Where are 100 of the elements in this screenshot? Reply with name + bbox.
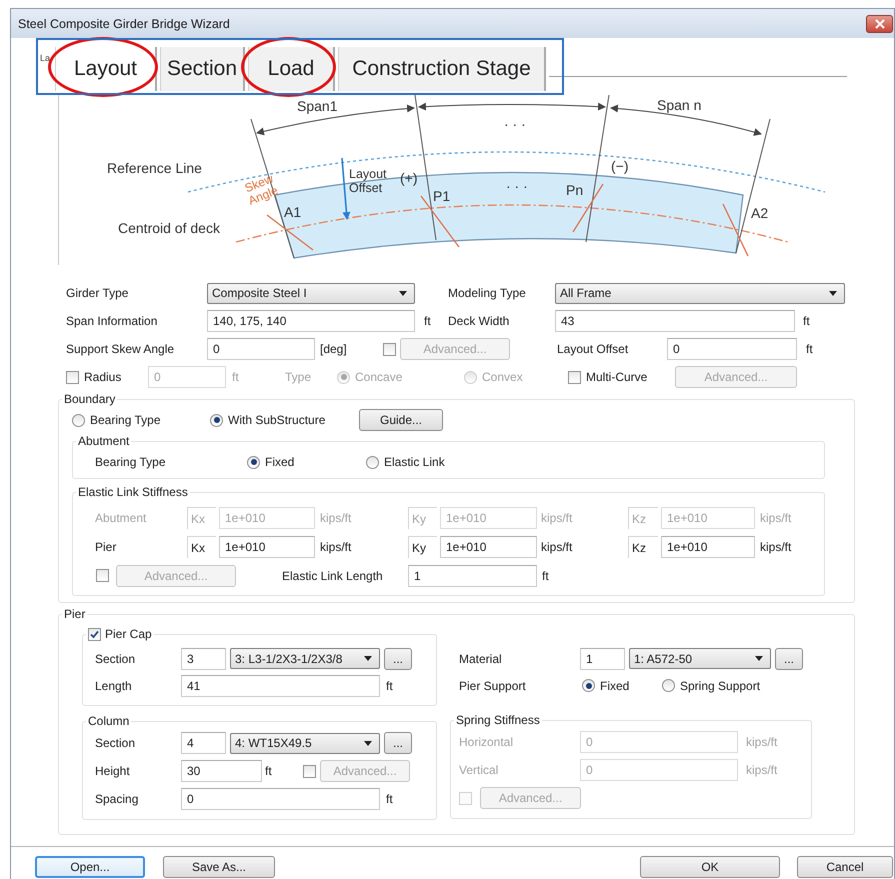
text-field[interactable]: 1	[408, 564, 537, 586]
field-label: Pier Support	[459, 678, 526, 692]
dialog-button[interactable]: Cancel	[797, 856, 893, 878]
field-label: Section	[95, 652, 136, 666]
diagram-label: (−)	[611, 159, 628, 174]
text-field[interactable]: 43	[555, 310, 795, 332]
offset-arrow	[341, 158, 350, 220]
text-field[interactable]: 1e+010	[219, 536, 315, 558]
dialog-button[interactable]: OK	[640, 856, 780, 878]
text-field[interactable]: 0	[181, 788, 380, 810]
text-field[interactable]: 30	[181, 760, 262, 782]
checkbox[interactable]	[383, 342, 396, 356]
tab[interactable]: Load	[248, 47, 335, 91]
text-field[interactable]: 0	[207, 338, 315, 360]
diagram-label: Reference Line	[107, 161, 202, 176]
field-label: kips/ft	[320, 540, 352, 554]
field-label: Section	[95, 736, 136, 750]
axis-field: Ky	[408, 536, 437, 558]
field-label: ft	[803, 314, 810, 328]
tab-label: La	[40, 53, 52, 63]
axis-field: Kx	[187, 536, 216, 558]
radio-button[interactable]	[210, 414, 223, 426]
diagram-label: A2	[751, 206, 768, 221]
text-field[interactable]: 3	[181, 648, 226, 670]
radio-label: Concave	[355, 370, 402, 384]
checkbox[interactable]	[96, 569, 109, 582]
checkbox[interactable]	[66, 370, 79, 384]
tab[interactable]: Construction Stage	[338, 47, 546, 91]
diagram-label: Span n	[657, 98, 702, 113]
diagram-label: (+)	[400, 171, 418, 186]
caret-icon	[829, 290, 837, 296]
radio-label: Elastic Link	[384, 455, 445, 469]
axis-field: Kz	[628, 506, 658, 528]
checkbox[interactable]	[88, 628, 101, 640]
button[interactable]: ...	[775, 648, 803, 670]
dropdown[interactable]: 1: A572-50	[629, 648, 771, 669]
text-field[interactable]: 41	[181, 674, 380, 696]
group-title: Elastic Link Stiffness	[77, 485, 189, 499]
field-label: Span Information	[66, 314, 158, 328]
radio-label: Bearing Type	[90, 413, 160, 427]
checkbox[interactable]	[303, 764, 316, 778]
field-label: Type	[285, 370, 312, 384]
text-field[interactable]: 1	[580, 648, 625, 670]
tab[interactable]: Layout	[55, 47, 157, 91]
text-field[interactable]: 140, 175, 140	[207, 310, 415, 332]
field-label: ft	[386, 678, 393, 692]
field-label: Support Skew Angle	[66, 342, 174, 356]
field-label: ft	[542, 568, 549, 582]
group-title: Pier	[63, 607, 86, 621]
field-label: kips/ft	[541, 510, 572, 524]
field-label: Pier	[95, 540, 116, 554]
text-field[interactable]: 1e+010	[661, 536, 755, 558]
radio-button[interactable]	[582, 679, 595, 692]
caret-icon	[364, 740, 372, 746]
checkbox[interactable]	[568, 370, 581, 384]
dialog-button[interactable]: Save As...	[163, 856, 275, 878]
dropdown[interactable]: 4: WT15X49.5	[230, 732, 380, 754]
radio-button[interactable]	[366, 456, 379, 468]
dropdown[interactable]: All Frame	[555, 282, 845, 304]
radio-label: Fixed	[265, 455, 294, 469]
group-title: Column	[87, 714, 130, 728]
diagram-label: P1	[433, 189, 450, 204]
window-title: Steel Composite Girder Bridge Wizard	[18, 16, 230, 30]
diagram-label: · · ·	[506, 179, 528, 194]
close-button[interactable]	[866, 14, 893, 32]
axis-field: Kz	[628, 536, 658, 558]
radio-button[interactable]	[72, 414, 85, 426]
radio-button[interactable]	[247, 456, 260, 468]
radio-label: Fixed	[600, 678, 630, 692]
diagram-label: Pn	[566, 183, 584, 198]
close-icon	[874, 18, 884, 28]
group-title: Boundary	[63, 392, 116, 406]
button[interactable]: ...	[384, 648, 412, 670]
button[interactable]: Guide...	[359, 409, 443, 431]
field-label: Deck Width	[448, 314, 510, 328]
field-label: ft	[806, 342, 813, 356]
field-label: Modeling Type	[448, 286, 526, 300]
dropdown[interactable]: Composite Steel I	[207, 282, 415, 304]
axis-field: Kx	[187, 506, 216, 528]
caret-icon	[364, 656, 372, 661]
field-label: Spacing	[95, 792, 138, 806]
field-label: kips/ft	[320, 510, 352, 524]
group-title: Abutment	[77, 434, 130, 448]
field-label: kips/ft	[760, 510, 792, 524]
text-field[interactable]: 4	[181, 732, 226, 754]
field-label: Elastic Link Length	[282, 568, 383, 582]
diagram-label: Layout Offset	[349, 167, 388, 195]
field-label: Layout Offset	[557, 342, 628, 356]
text-field[interactable]: 1e+010	[440, 536, 537, 558]
field-label: Horizontal	[459, 735, 514, 749]
button[interactable]: ...	[384, 732, 412, 754]
field-label: kips/ft	[746, 735, 778, 749]
group-title: Spring Stiffness	[455, 713, 541, 727]
field-label: Bearing Type	[95, 455, 166, 469]
field-label: Length	[95, 678, 132, 692]
dropdown[interactable]: 3: L3-1/2X3-1/2X3/8	[230, 648, 380, 669]
tab[interactable]: Section	[160, 47, 245, 91]
dialog-button[interactable]: Open...	[35, 856, 145, 878]
text-field[interactable]: 0	[667, 338, 797, 360]
radio-button[interactable]	[662, 679, 675, 692]
